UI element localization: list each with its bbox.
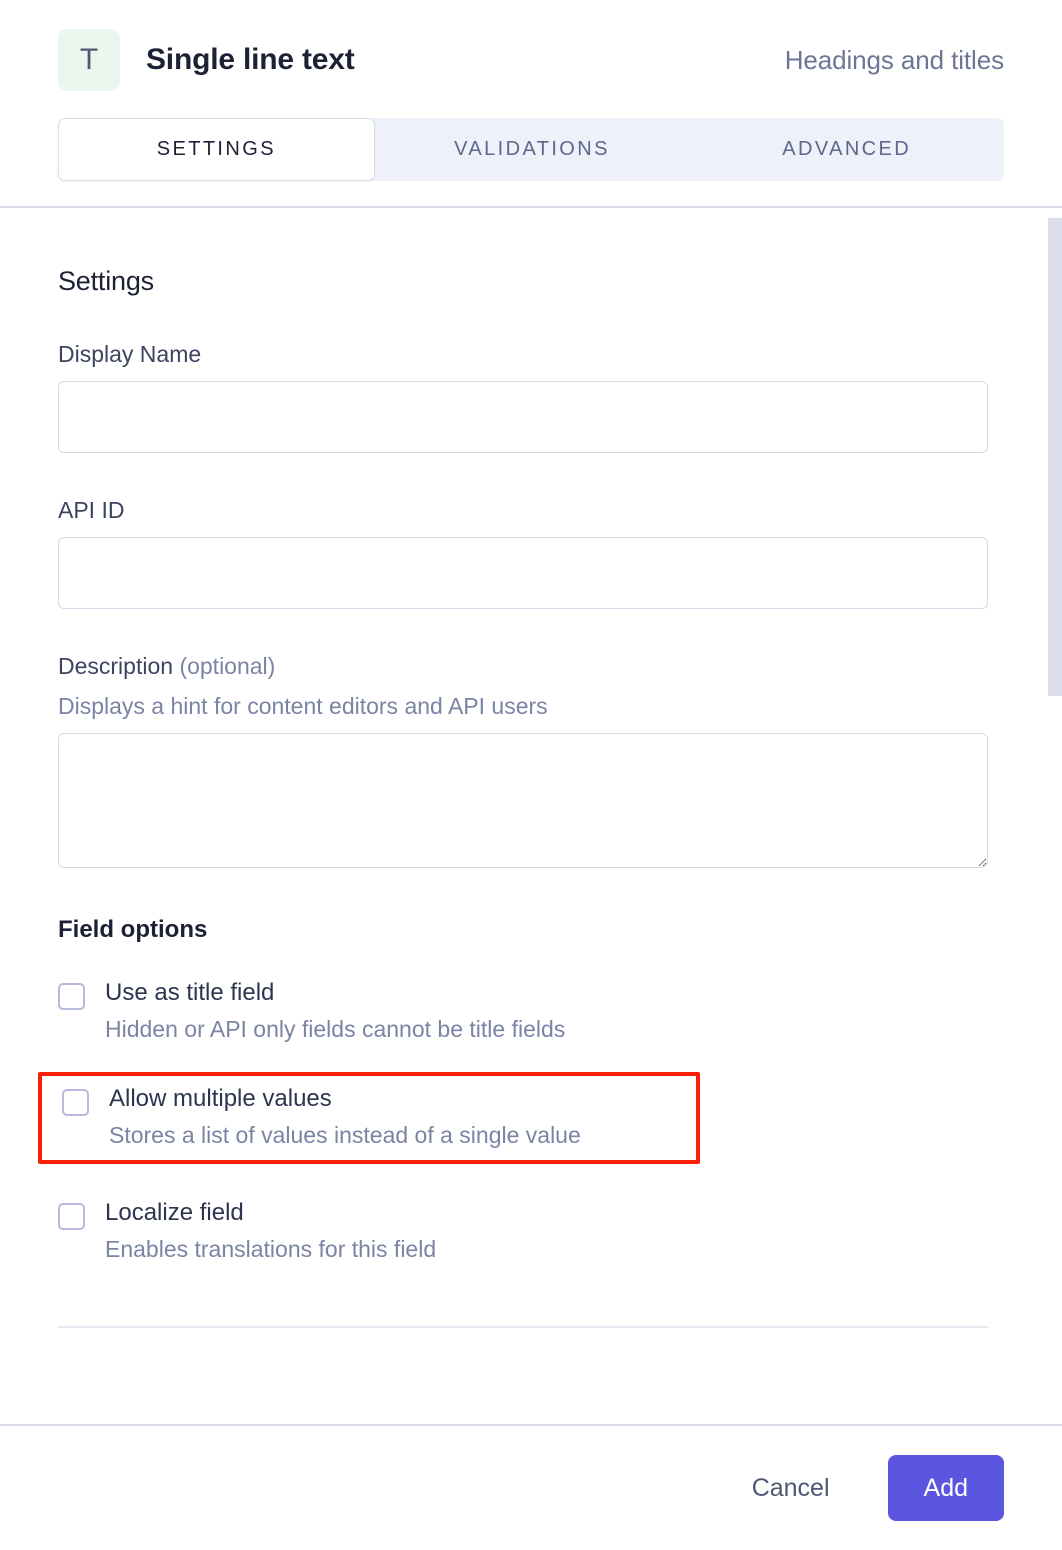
field-group-label: Headings and titles	[784, 44, 1004, 75]
option-label: Allow multiple values	[109, 1084, 332, 1112]
page-title: Single line text	[146, 43, 355, 76]
scrollbar-thumb[interactable]	[1048, 218, 1062, 696]
option-description: Stores a list of values instead of a sin…	[109, 1121, 581, 1148]
single-line-text-icon-glyph: T	[79, 43, 99, 76]
scrollbar[interactable]	[1048, 208, 1062, 1424]
add-button[interactable]: Add	[887, 1455, 1004, 1521]
display-name-field: Display Name	[58, 341, 1004, 453]
description-hint: Displays a hint for content editors and …	[58, 693, 548, 719]
localize-field-checkbox[interactable]	[58, 1202, 85, 1230]
tab-settings[interactable]: SETTINGS	[58, 118, 375, 181]
panel-footer: Cancel Add	[0, 1424, 1062, 1550]
tab-bar: SETTINGS VALIDATIONS ADVANCED	[58, 118, 1004, 181]
api-id-label: API ID	[58, 497, 125, 523]
option-label: Use as title field	[105, 979, 275, 1006]
display-name-label: Display Name	[58, 341, 202, 367]
api-id-field: API ID	[58, 497, 1004, 609]
option-description: Hidden or API only fields cannot be titl…	[105, 1016, 566, 1042]
field-settings-panel: T Single line text Headings and titles S…	[0, 0, 1062, 1550]
option-use-as-title-field[interactable]: Use as title field Hidden or API only fi…	[42, 974, 1004, 1050]
settings-form: Settings Display Name API ID Description…	[0, 208, 1062, 1424]
panel-header: T Single line text Headings and titles S…	[0, 0, 1062, 208]
header-row: T Single line text Headings and titles	[58, 26, 1004, 94]
tab-advanced[interactable]: ADVANCED	[689, 118, 1004, 181]
option-description: Enables translations for this field	[105, 1235, 437, 1262]
option-text: Allow multiple values Stores a list of v…	[109, 1084, 581, 1150]
single-line-text-icon: T	[58, 29, 120, 91]
option-allow-multiple-values[interactable]: Allow multiple values Stores a list of v…	[38, 1071, 700, 1164]
field-options-title: Field options	[58, 916, 208, 943]
description-textarea[interactable]	[58, 733, 988, 868]
display-name-input[interactable]	[58, 381, 988, 453]
option-label: Localize field	[105, 1198, 244, 1226]
content-divider	[58, 1326, 988, 1329]
description-optional-text: (optional)	[179, 653, 276, 679]
option-localize-field[interactable]: Localize field Enables translations for …	[42, 1194, 1004, 1270]
cancel-button[interactable]: Cancel	[734, 1460, 848, 1517]
api-id-input[interactable]	[58, 537, 988, 609]
option-text: Localize field Enables translations for …	[105, 1198, 436, 1264]
settings-scroll-area: Settings Display Name API ID Description…	[0, 208, 1062, 1424]
allow-multiple-values-checkbox[interactable]	[62, 1088, 89, 1116]
option-text: Use as title field Hidden or API only fi…	[105, 978, 565, 1044]
tab-validations[interactable]: VALIDATIONS	[375, 118, 690, 181]
section-title: Settings	[58, 266, 154, 296]
use-as-title-field-checkbox[interactable]	[58, 983, 85, 1010]
description-label-text: Description	[58, 653, 174, 679]
description-label: Description (optional)	[58, 653, 1004, 680]
description-field: Description (optional) Displays a hint f…	[58, 653, 1004, 868]
